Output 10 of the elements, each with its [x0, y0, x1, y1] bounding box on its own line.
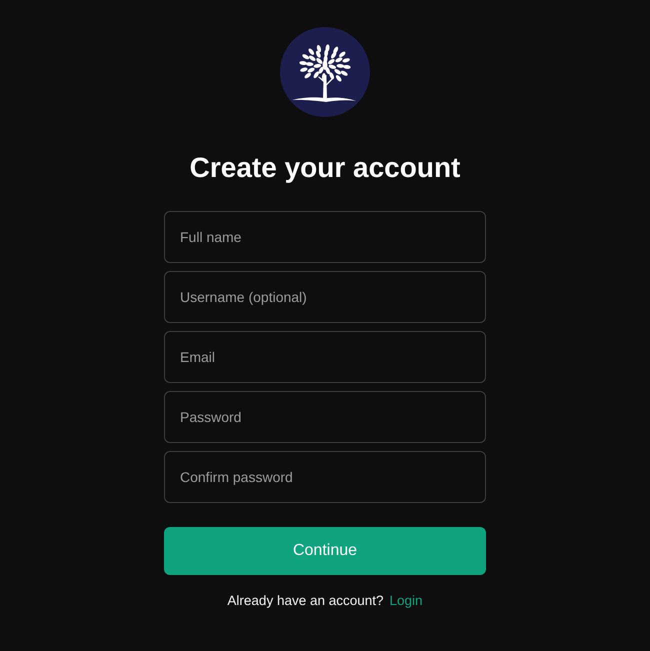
account-prompt-text: Already have an account?	[227, 592, 384, 610]
login-link[interactable]: Login	[390, 591, 423, 611]
page-title: Create your account	[190, 152, 460, 184]
tree-logo-icon	[280, 27, 370, 117]
continue-button[interactable]: Continue	[164, 527, 486, 575]
input-field[interactable]: Email	[164, 331, 486, 383]
input-field[interactable]: Full name	[164, 211, 486, 263]
input-field[interactable]: Password	[164, 391, 486, 443]
input-field[interactable]: Confirm password	[164, 451, 486, 503]
input-field[interactable]: Username (optional)	[164, 271, 486, 323]
